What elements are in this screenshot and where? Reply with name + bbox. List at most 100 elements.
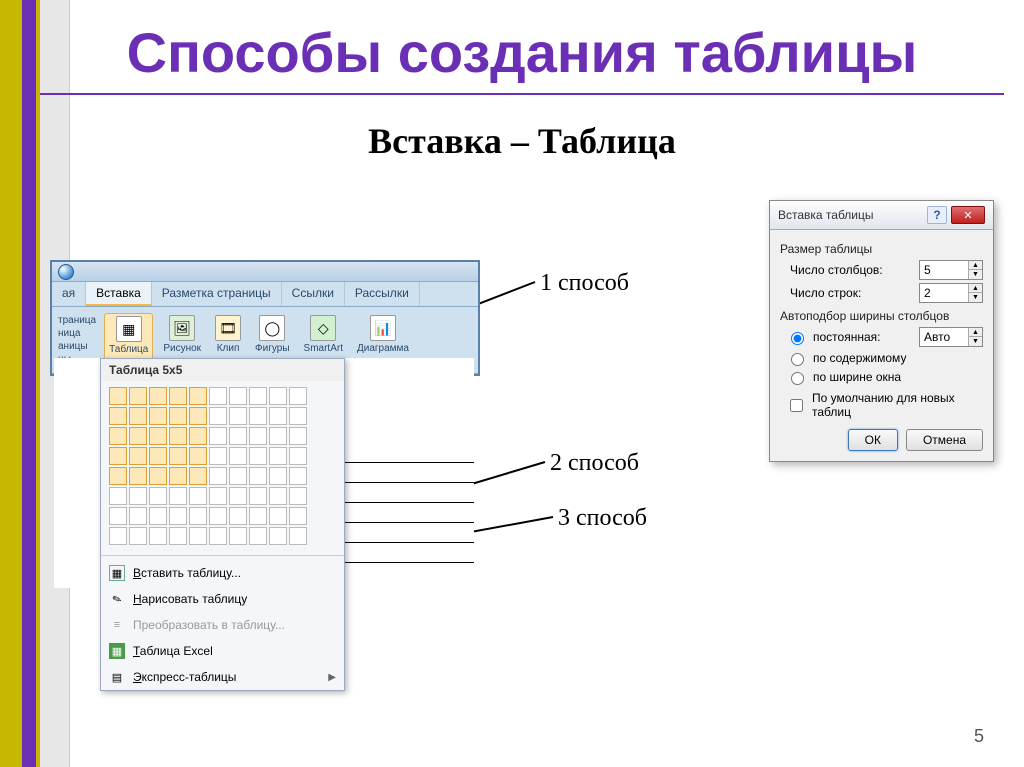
grid-cell[interactable] — [149, 467, 167, 485]
grid-cell[interactable] — [289, 407, 307, 425]
checkbox-default-for-new[interactable] — [790, 399, 803, 412]
ribbon-tab-mailings[interactable]: Рассылки — [345, 282, 420, 306]
spin-up-icon[interactable]: ▲ — [968, 328, 982, 337]
grid-cell[interactable] — [269, 527, 287, 545]
grid-cell[interactable] — [169, 527, 187, 545]
dialog-help-button[interactable]: ? — [927, 206, 947, 224]
grid-cell[interactable] — [229, 407, 247, 425]
spin-down-icon[interactable]: ▼ — [968, 270, 982, 279]
grid-cell[interactable] — [289, 387, 307, 405]
grid-cell[interactable] — [109, 487, 127, 505]
grid-cell[interactable] — [149, 507, 167, 525]
grid-cell[interactable] — [249, 427, 267, 445]
grid-cell[interactable] — [189, 467, 207, 485]
menu-item-express[interactable]: ▤Экспресс-таблицы▶ — [101, 664, 344, 690]
grid-cell[interactable] — [209, 507, 227, 525]
menu-item-insert[interactable]: ▦Вставить таблицу... — [101, 560, 344, 586]
input-fixed-width[interactable] — [920, 328, 968, 346]
grid-cell[interactable] — [129, 447, 147, 465]
grid-cell[interactable] — [149, 487, 167, 505]
grid-cell[interactable] — [249, 527, 267, 545]
ribbon-tab-layout[interactable]: Разметка страницы — [152, 282, 282, 306]
grid-cell[interactable] — [289, 447, 307, 465]
grid-cell[interactable] — [109, 447, 127, 465]
grid-cell[interactable] — [189, 387, 207, 405]
grid-cell[interactable] — [269, 407, 287, 425]
grid-cell[interactable] — [189, 427, 207, 445]
grid-cell[interactable] — [249, 507, 267, 525]
grid-cell[interactable] — [249, 467, 267, 485]
grid-cell[interactable] — [209, 387, 227, 405]
menu-item-draw[interactable]: ✎Нарисовать таблицу — [101, 586, 344, 612]
grid-cell[interactable] — [249, 447, 267, 465]
grid-cell[interactable] — [109, 407, 127, 425]
grid-cell[interactable] — [169, 447, 187, 465]
spinner-columns[interactable]: ▲▼ — [919, 260, 983, 280]
grid-cell[interactable] — [149, 427, 167, 445]
grid-cell[interactable] — [109, 467, 127, 485]
grid-cell[interactable] — [109, 427, 127, 445]
grid-cell[interactable] — [129, 487, 147, 505]
ok-button[interactable]: ОК — [848, 429, 898, 451]
grid-cell[interactable] — [289, 507, 307, 525]
grid-cell[interactable] — [289, 527, 307, 545]
grid-cell[interactable] — [209, 487, 227, 505]
spin-up-icon[interactable]: ▲ — [968, 261, 982, 270]
grid-cell[interactable] — [229, 447, 247, 465]
spinner-rows[interactable]: ▲▼ — [919, 283, 983, 303]
grid-cell[interactable] — [129, 507, 147, 525]
grid-cell[interactable] — [149, 447, 167, 465]
grid-cell[interactable] — [129, 527, 147, 545]
grid-cell[interactable] — [149, 527, 167, 545]
grid-cell[interactable] — [249, 387, 267, 405]
grid-cell[interactable] — [269, 507, 287, 525]
grid-cell[interactable] — [289, 487, 307, 505]
grid-cell[interactable] — [149, 387, 167, 405]
ribbon-tab-insert[interactable]: Вставка — [86, 282, 152, 306]
spinner-fixed-width[interactable]: ▲▼ — [919, 327, 983, 347]
grid-cell[interactable] — [169, 467, 187, 485]
input-columns[interactable] — [920, 261, 968, 279]
grid-cell[interactable] — [169, 427, 187, 445]
grid-cell[interactable] — [169, 407, 187, 425]
grid-cell[interactable] — [129, 467, 147, 485]
dialog-close-button[interactable]: ✕ — [951, 206, 985, 224]
grid-cell[interactable] — [229, 507, 247, 525]
grid-cell[interactable] — [209, 407, 227, 425]
input-rows[interactable] — [920, 284, 968, 302]
cancel-button[interactable]: Отмена — [906, 429, 983, 451]
table-size-grid[interactable] — [109, 387, 336, 545]
grid-cell[interactable] — [169, 487, 187, 505]
grid-cell[interactable] — [109, 507, 127, 525]
grid-cell[interactable] — [229, 427, 247, 445]
grid-cell[interactable] — [269, 467, 287, 485]
grid-cell[interactable] — [209, 527, 227, 545]
grid-cell[interactable] — [229, 527, 247, 545]
grid-cell[interactable] — [209, 447, 227, 465]
grid-cell[interactable] — [129, 407, 147, 425]
grid-cell[interactable] — [109, 527, 127, 545]
radio-content[interactable] — [791, 353, 804, 366]
grid-cell[interactable] — [189, 407, 207, 425]
office-button[interactable] — [58, 264, 74, 280]
grid-cell[interactable] — [189, 447, 207, 465]
grid-cell[interactable] — [269, 447, 287, 465]
grid-cell[interactable] — [269, 427, 287, 445]
spin-down-icon[interactable]: ▼ — [968, 337, 982, 346]
ribbon-tab-references[interactable]: Ссылки — [282, 282, 345, 306]
grid-cell[interactable] — [169, 507, 187, 525]
grid-cell[interactable] — [249, 487, 267, 505]
grid-cell[interactable] — [289, 427, 307, 445]
radio-fixed[interactable] — [791, 332, 804, 345]
spin-down-icon[interactable]: ▼ — [968, 293, 982, 302]
grid-cell[interactable] — [129, 387, 147, 405]
menu-item-excel[interactable]: ▦Таблица Excel — [101, 638, 344, 664]
grid-cell[interactable] — [229, 467, 247, 485]
grid-cell[interactable] — [229, 387, 247, 405]
grid-cell[interactable] — [269, 487, 287, 505]
grid-cell[interactable] — [109, 387, 127, 405]
grid-cell[interactable] — [209, 427, 227, 445]
grid-cell[interactable] — [169, 387, 187, 405]
grid-cell[interactable] — [189, 487, 207, 505]
grid-cell[interactable] — [229, 487, 247, 505]
